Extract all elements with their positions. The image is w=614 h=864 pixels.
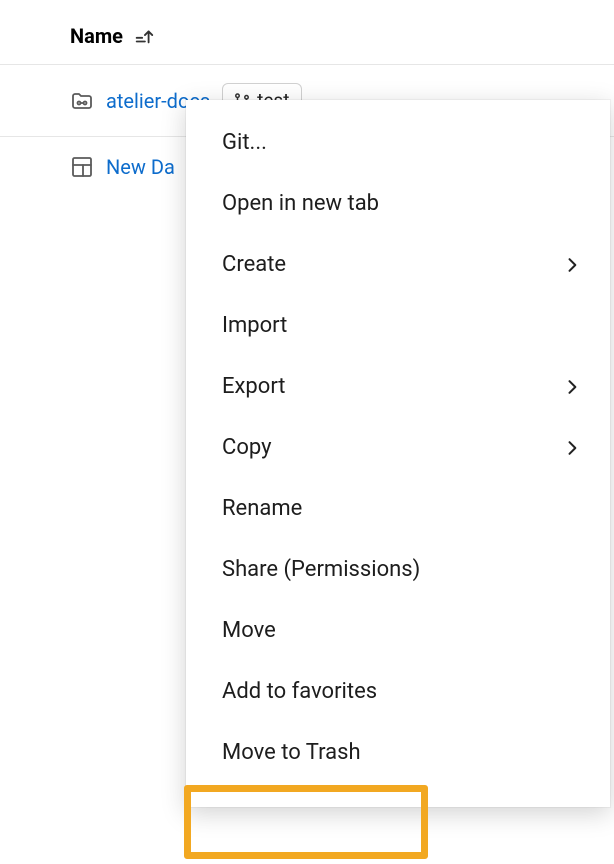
menu-item-export[interactable]: Export — [186, 356, 610, 417]
menu-item-import[interactable]: Import — [186, 295, 610, 356]
menu-item-label: Copy — [222, 435, 272, 460]
menu-item-share-permissions[interactable]: Share (Permissions) — [186, 539, 610, 600]
menu-item-label: Git... — [222, 130, 267, 155]
column-header-name: Name — [70, 24, 123, 48]
sort-ascending-icon[interactable] — [133, 25, 155, 47]
chevron-right-icon — [562, 255, 582, 275]
column-header[interactable]: Name — [0, 0, 614, 64]
menu-item-label: Open in new tab — [222, 191, 379, 216]
folder-git-icon — [70, 89, 94, 113]
menu-item-label: Move to Trash — [222, 740, 361, 765]
dashboard-icon — [70, 155, 94, 179]
menu-item-label: Move — [222, 618, 276, 643]
menu-item-label: Rename — [222, 496, 302, 521]
menu-item-rename[interactable]: Rename — [186, 478, 610, 539]
menu-item-git[interactable]: Git... — [186, 112, 610, 173]
menu-item-label: Export — [222, 374, 286, 399]
menu-item-open-new-tab[interactable]: Open in new tab — [186, 173, 610, 234]
menu-item-move[interactable]: Move — [186, 600, 610, 661]
chevron-right-icon — [562, 377, 582, 397]
menu-item-move-to-trash[interactable]: Move to Trash — [186, 722, 610, 783]
menu-item-label: Create — [222, 252, 286, 277]
context-menu: Git... Open in new tab Create Import Exp… — [186, 100, 610, 807]
menu-item-label: Import — [222, 313, 287, 338]
menu-item-add-favorites[interactable]: Add to favorites — [186, 661, 610, 722]
chevron-right-icon — [562, 438, 582, 458]
row-item-name[interactable]: New Da — [106, 155, 175, 179]
menu-item-create[interactable]: Create — [186, 234, 610, 295]
menu-item-label: Share (Permissions) — [222, 557, 420, 582]
menu-item-label: Add to favorites — [222, 679, 377, 704]
menu-item-copy[interactable]: Copy — [186, 417, 610, 478]
